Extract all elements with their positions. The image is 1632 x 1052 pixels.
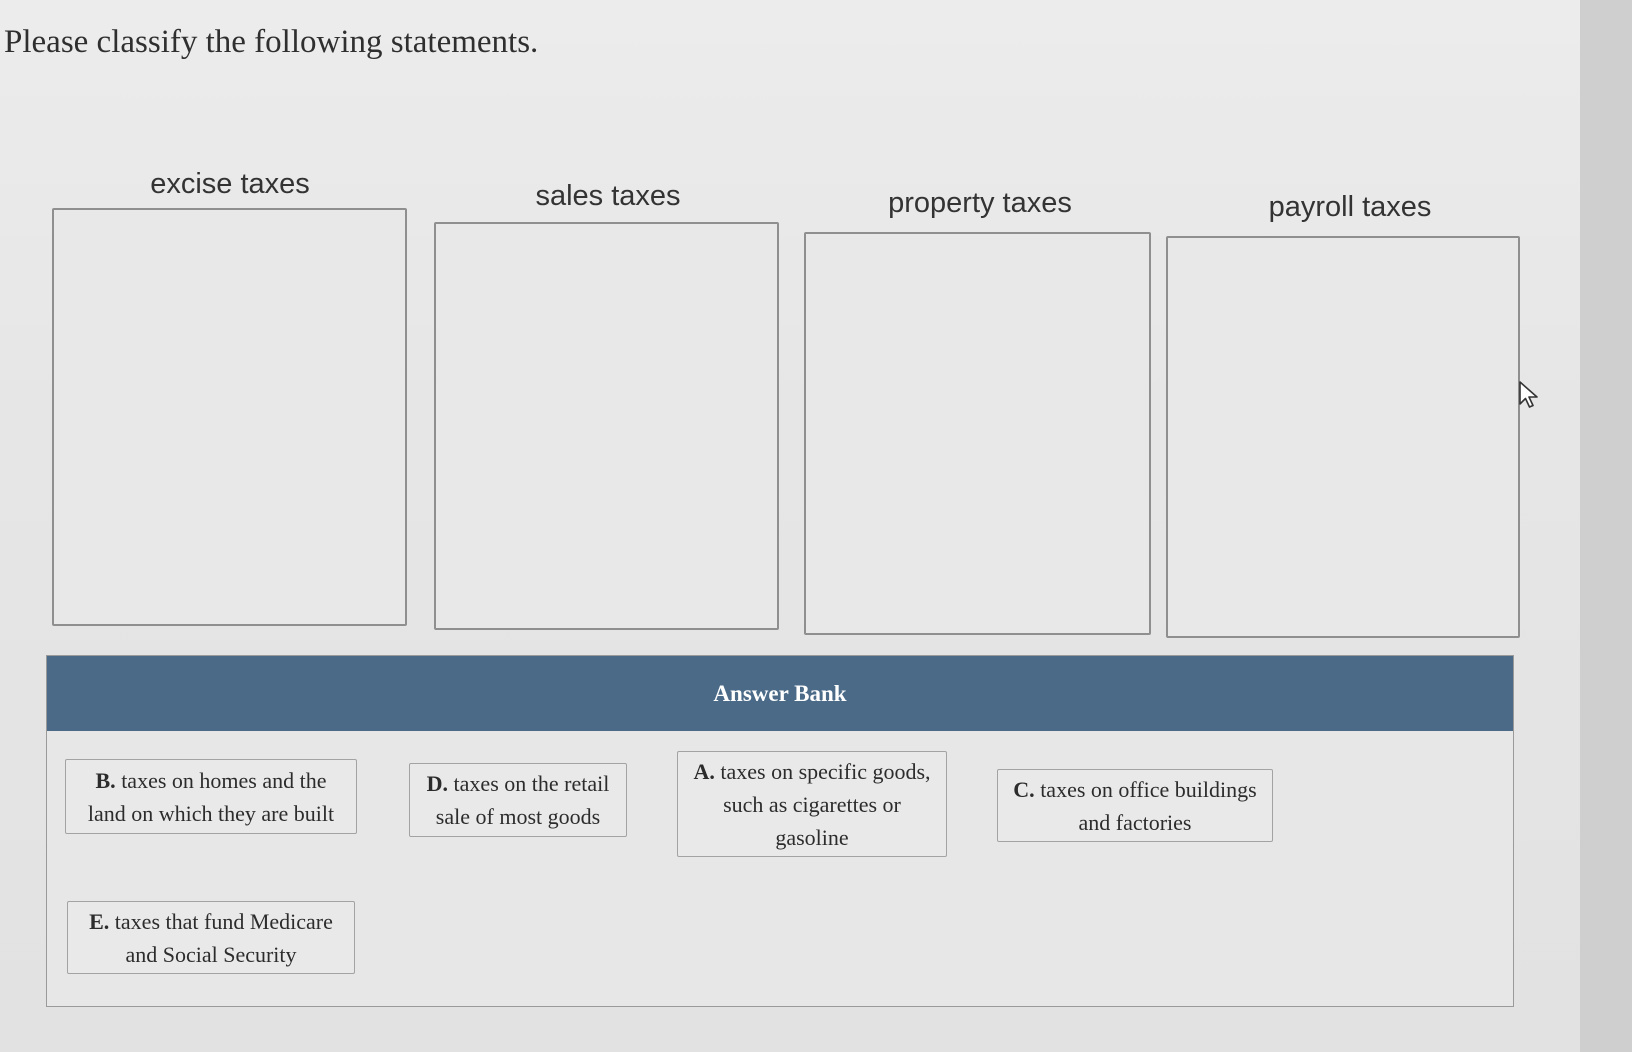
pointer-arrow-icon [1519,381,1538,408]
bin-label-excise: excise taxes [150,168,310,200]
answer-letter: E. [89,908,110,934]
drop-zone-sales-taxes[interactable] [434,222,779,630]
answer-bank: Answer Bank B. taxes on homes and the la… [46,655,1514,1007]
bin-label-payroll: payroll taxes [1268,191,1432,223]
answer-letter: B. [95,767,116,793]
bin-label-property: property taxes [888,187,1072,219]
answer-text: taxes on the retail sale of most goods [435,771,610,829]
answer-card-text: C. taxes on office buildings and factori… [1008,773,1262,839]
drop-zone-property-taxes[interactable] [804,232,1151,635]
answer-card-text: E. taxes that fund Medicare and Social S… [78,905,344,971]
answer-letter: D. [426,771,449,796]
question-page: Please classify the following statements… [0,0,1580,1052]
instructions-text: Please classify the following statements… [4,24,539,60]
screen-edge [1580,0,1632,1052]
answer-card-text: D. taxes on the retail sale of most good… [420,767,616,833]
drop-zone-excise-taxes[interactable] [52,208,407,626]
bin-label-sales: sales taxes [535,180,681,212]
answer-letter: C. [1013,776,1035,802]
answer-text: taxes on specific goods, such as cigaret… [720,758,931,850]
answer-card-c[interactable]: C. taxes on office buildings and factori… [997,769,1273,842]
answer-letter: A. [693,758,715,784]
answer-card-a[interactable]: A. taxes on specific goods, such as ciga… [677,751,947,857]
answer-card-text: A. taxes on specific goods, such as ciga… [688,755,936,854]
answer-text: taxes on homes and the land on which the… [87,767,335,826]
answer-text: taxes that fund Medicare and Social Secu… [114,908,333,967]
drop-zone-payroll-taxes[interactable] [1166,236,1520,638]
answer-card-e[interactable]: E. taxes that fund Medicare and Social S… [67,901,355,974]
answer-bank-header: Answer Bank [47,656,1513,731]
answer-text: taxes on office buildings and factories [1040,776,1257,835]
answer-card-b[interactable]: B. taxes on homes and the land on which … [65,759,357,834]
answer-card-d[interactable]: D. taxes on the retail sale of most good… [409,763,627,837]
answer-card-text: B. taxes on homes and the land on which … [76,764,346,830]
